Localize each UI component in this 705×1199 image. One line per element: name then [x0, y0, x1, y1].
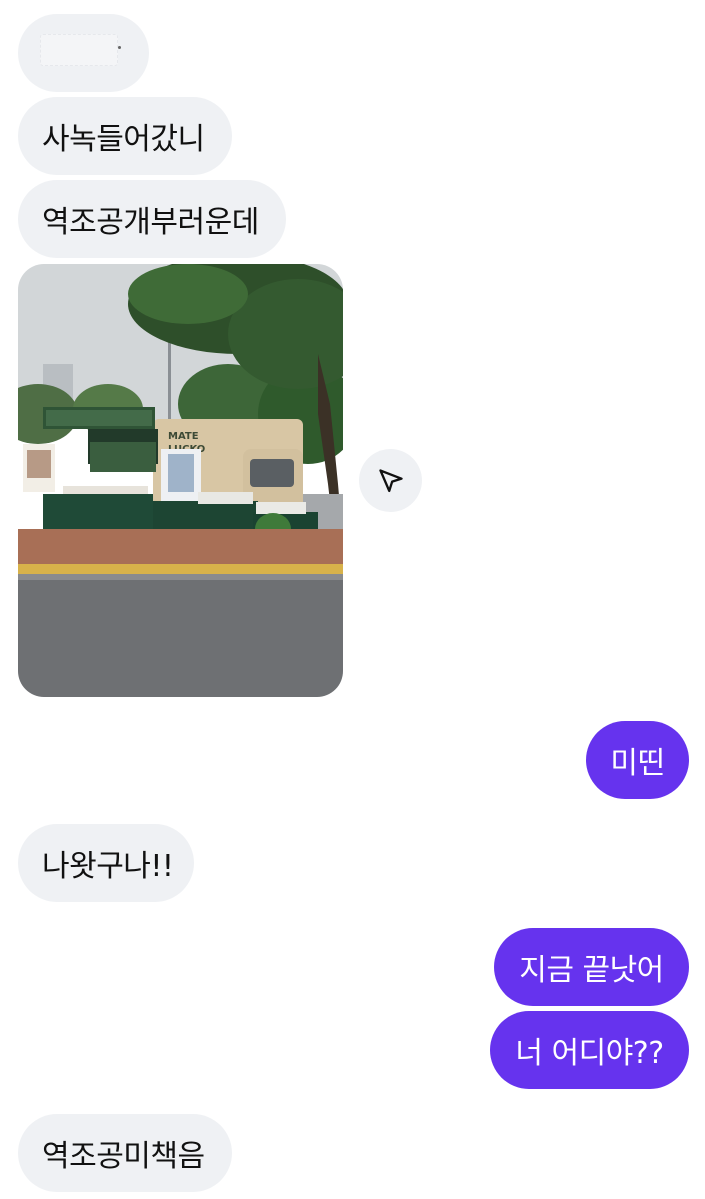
redacted-text-dot — [118, 46, 121, 49]
message-text: 너 어디야?? — [515, 1036, 664, 1071]
send-icon — [378, 468, 403, 492]
message-text: 미띤 — [610, 746, 665, 781]
coffee-truck-photo: MATE LUCKO — [18, 264, 343, 697]
message-text: 나왓구나!! — [42, 849, 174, 884]
message-bubble-outgoing[interactable]: 지금 끝낫어 — [494, 928, 689, 1006]
message-bubble-incoming[interactable]: 사녹들어갔니 — [18, 97, 232, 175]
message-text: 사녹들어갔니 — [42, 122, 205, 157]
share-button[interactable] — [359, 449, 422, 512]
message-text: 지금 끝낫어 — [519, 953, 664, 988]
message-bubble-outgoing[interactable]: 미띤 — [586, 721, 689, 799]
redacted-text-block — [40, 34, 118, 66]
message-bubble-incoming[interactable]: 역조공미책음 — [18, 1114, 232, 1192]
message-bubble-outgoing[interactable]: 너 어디야?? — [490, 1011, 689, 1089]
message-bubble-incoming[interactable]: 역조공개부러운데 — [18, 180, 286, 258]
truck-sign-line1: MATE — [168, 431, 199, 442]
message-text: 역조공개부러운데 — [42, 205, 259, 240]
message-text: 역조공미책음 — [42, 1139, 205, 1174]
photo-message[interactable]: MATE LUCKO — [18, 264, 343, 697]
message-bubble-incoming[interactable]: 나왓구나!! — [18, 824, 194, 902]
